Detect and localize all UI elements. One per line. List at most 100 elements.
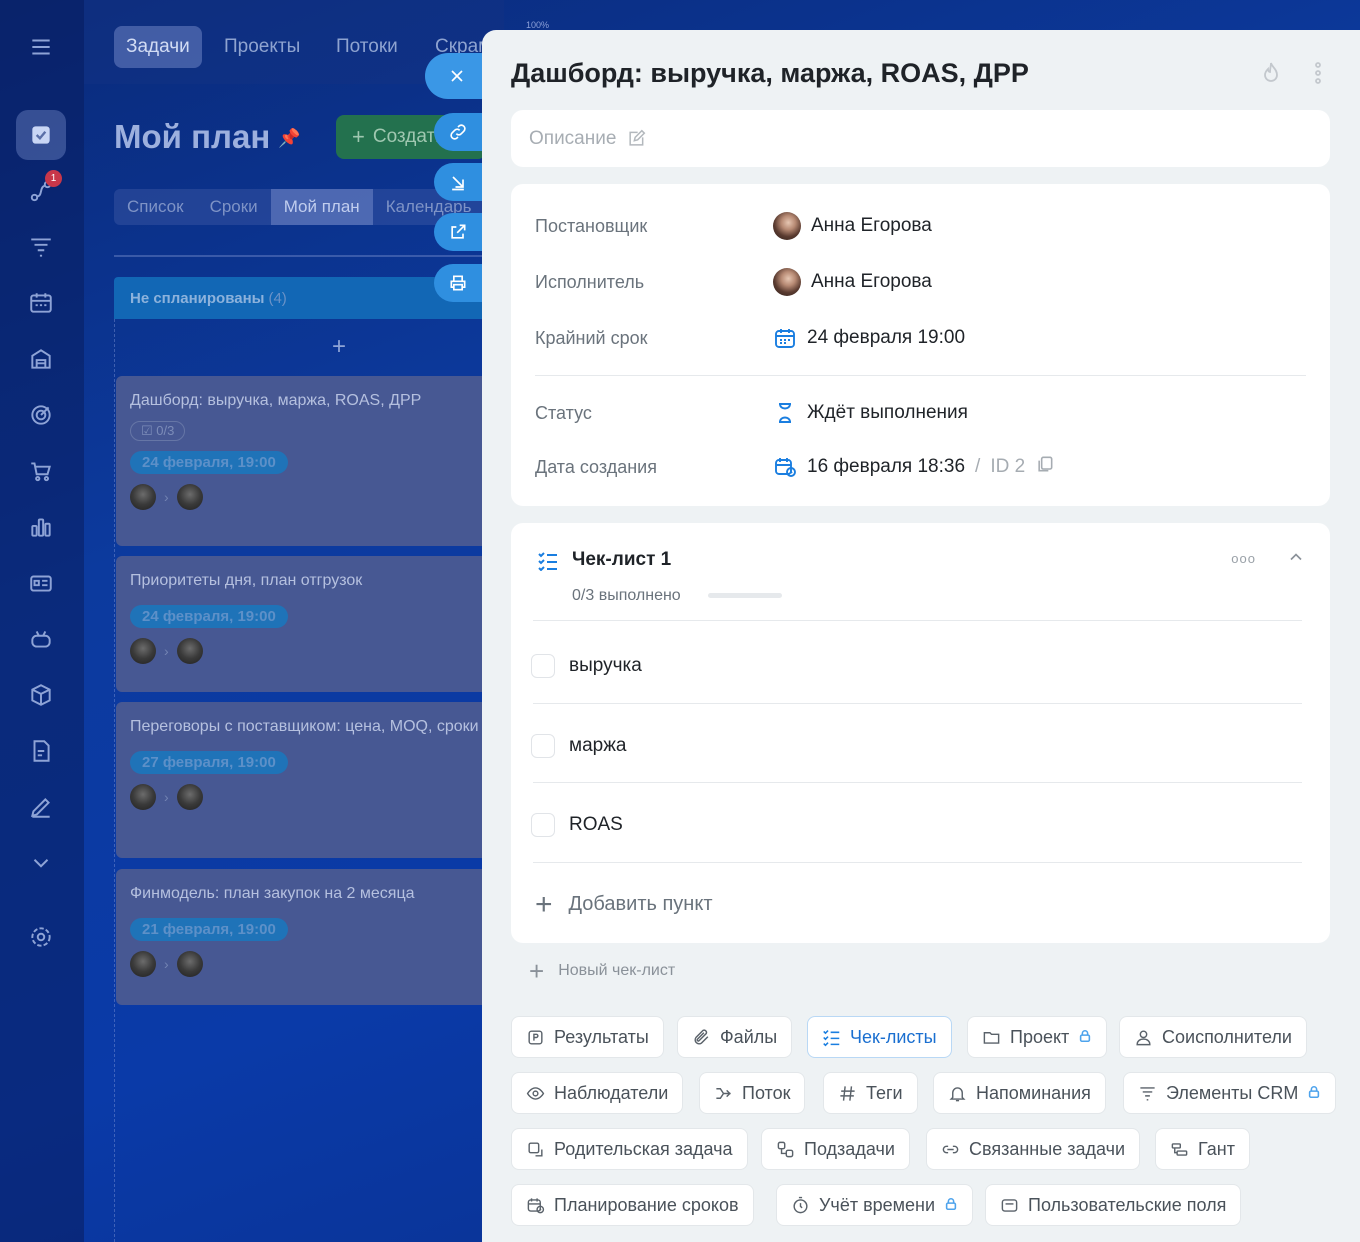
checkbox[interactable] (531, 813, 555, 837)
calendar-icon[interactable] (16, 278, 66, 328)
kanban-card[interactable]: Финмодель: план закупок на 2 месяца 21 ф… (116, 869, 494, 1005)
description-field[interactable]: Описание (511, 110, 1330, 167)
parent-task-icon (528, 1141, 543, 1157)
status-value: Ждёт выполнения (773, 401, 968, 425)
checklist-title[interactable]: Чек-лист 1 (572, 549, 671, 571)
checkbox[interactable] (531, 654, 555, 678)
divider (533, 620, 1302, 621)
checkbox[interactable] (531, 734, 555, 758)
chip-label: Теги (866, 1082, 903, 1103)
copy-icon[interactable] (1035, 454, 1055, 480)
chip-checklists[interactable]: Чек-листы (807, 1016, 952, 1058)
chip-custom-fields[interactable]: Пользовательские поля (985, 1184, 1242, 1226)
menu-icon[interactable] (16, 22, 66, 72)
created-text: 16 февраля 18:36 (807, 456, 966, 477)
creator-name: Анна Егорова (811, 215, 932, 236)
chip-label: Учёт времени (819, 1194, 936, 1215)
calendar-clock-icon (527, 1197, 545, 1213)
close-panel-button[interactable] (425, 53, 490, 99)
chip-label: Наблюдатели (554, 1082, 669, 1103)
avatar (130, 484, 156, 510)
field-deadline: Крайний срок 24 февраля 19:00 (535, 323, 1306, 353)
card-checklist-count: 0/3 (156, 423, 175, 438)
add-checklist-item-button[interactable]: + Добавить пункт (535, 889, 713, 919)
chip-parent-task[interactable]: Родительская задача (511, 1128, 748, 1170)
bot-icon[interactable] (16, 614, 66, 664)
pin-icon[interactable]: 📌 (278, 128, 300, 149)
nav-tasks[interactable]: Задачи (114, 26, 202, 68)
chart-icon[interactable] (16, 502, 66, 552)
flows-badge: 1 (45, 170, 62, 187)
cards-icon[interactable] (16, 558, 66, 608)
flows-icon[interactable]: 1 (16, 166, 66, 216)
task-title[interactable]: Дашборд: выручка, маржа, ROAS, ДРР (511, 58, 1029, 89)
assignee-value[interactable]: Анна Егорова (773, 268, 932, 296)
chevron-down-icon[interactable] (16, 838, 66, 888)
chip-label: Результаты (554, 1026, 649, 1047)
chip-label: Проект (1010, 1026, 1070, 1047)
tab-my-plan[interactable]: Мой план (270, 189, 373, 225)
document-icon[interactable] (16, 726, 66, 776)
lock-icon (1078, 1027, 1092, 1048)
kanban-card[interactable]: Переговоры с поставщиком: цена, MOQ, сро… (116, 702, 494, 858)
deadline-value[interactable]: 24 февраля 19:00 (773, 326, 965, 350)
chip-coexecutors[interactable]: Соисполнители (1119, 1016, 1307, 1058)
avatar (130, 951, 156, 977)
creator-value[interactable]: Анна Егорова (773, 212, 932, 240)
chip-reminders[interactable]: Напоминания (933, 1072, 1106, 1114)
chip-planning[interactable]: Планирование сроков (511, 1184, 754, 1226)
checklist-item[interactable]: ROAS (531, 812, 623, 838)
nav-projects[interactable]: Проекты (212, 26, 312, 68)
flame-icon[interactable] (1259, 60, 1283, 91)
kanban-card[interactable]: Дашборд: выручка, маржа, ROAS, ДРР ☑ 0/3… (116, 376, 494, 546)
chip-related-tasks[interactable]: Связанные задачи (926, 1128, 1141, 1170)
user-icon (1136, 1029, 1151, 1045)
tasks-icon[interactable] (16, 110, 66, 160)
field-label: Дата создания (535, 456, 657, 477)
chevron-up-icon[interactable] (1286, 547, 1306, 572)
chip-results[interactable]: Результаты (511, 1016, 664, 1058)
printer-icon (450, 275, 466, 291)
pen-icon[interactable] (16, 782, 66, 832)
more-horizontal-icon[interactable]: ooo (1231, 551, 1256, 566)
avatar (130, 784, 156, 810)
chip-tags[interactable]: Теги (823, 1072, 918, 1114)
tab-deadlines[interactable]: Сроки (197, 189, 271, 225)
tab-list[interactable]: Список (114, 189, 197, 225)
deadline-text: 24 февраля 19:00 (807, 327, 966, 348)
flow-icon (716, 1087, 731, 1099)
card-title: Финмодель: план закупок на 2 месяца (130, 885, 415, 902)
more-vertical-icon[interactable] (1306, 60, 1330, 91)
checklist-item[interactable]: выручка (531, 653, 642, 679)
page-title: Мой план (114, 118, 271, 155)
chip-label: Элементы CRM (1166, 1082, 1299, 1103)
chevron-right-icon: › (164, 489, 169, 505)
chip-gantt[interactable]: Гант (1155, 1128, 1250, 1170)
chip-files[interactable]: Файлы (677, 1016, 793, 1058)
bell-icon (949, 1086, 966, 1101)
box-icon[interactable] (16, 670, 66, 720)
new-checklist-button[interactable]: + Новый чек-лист (511, 951, 1330, 991)
gear-icon[interactable] (16, 912, 66, 962)
chip-time-tracking[interactable]: Учёт времени (776, 1184, 974, 1226)
kanban-card[interactable]: Приоритеты дня, план отгрузок 24 февраля… (116, 556, 494, 692)
nav-flows[interactable]: Потоки (324, 26, 410, 68)
target-icon[interactable] (16, 390, 66, 440)
chip-label: Файлы (720, 1026, 778, 1047)
field-label: Исполнитель (535, 271, 645, 292)
checklist-item[interactable]: маржа (531, 733, 626, 759)
funnel-icon[interactable] (16, 222, 66, 272)
checklist-item-label: выручка (569, 655, 642, 676)
chip-observers[interactable]: Наблюдатели (511, 1072, 684, 1114)
card-checklist-badge: ☑ 0/3 (130, 421, 186, 441)
field-created: Дата создания 16 февраля 18:36 / ID 2 (535, 452, 1306, 482)
add-card-button[interactable]: + (332, 333, 346, 361)
chip-crm[interactable]: Элементы CRM (1123, 1072, 1337, 1114)
store-icon[interactable] (16, 334, 66, 384)
chip-project[interactable]: Проект (967, 1016, 1108, 1058)
chip-subtasks[interactable]: Подзадачи (761, 1128, 910, 1170)
custom-fields-icon (1001, 1198, 1018, 1212)
chip-flow[interactable]: Поток (699, 1072, 806, 1114)
cart-icon[interactable] (16, 446, 66, 496)
field-creator: Постановщик Анна Егорова (535, 211, 1306, 241)
